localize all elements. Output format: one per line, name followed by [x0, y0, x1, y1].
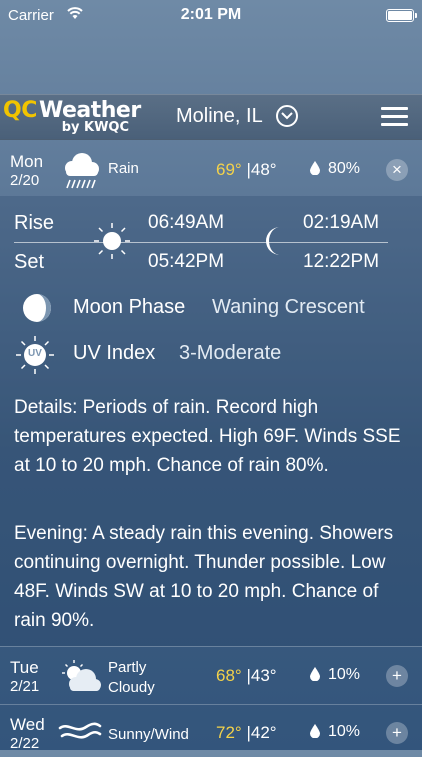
day-date: 2/22	[10, 735, 40, 752]
condition: Rain	[108, 160, 139, 177]
day-row-today[interactable]: Mon 2/20 Rain 69° |48° 80% ×	[0, 148, 422, 194]
condition-line-2: Cloudy	[108, 679, 155, 696]
precip-chance: 10%	[328, 723, 361, 740]
status-bar: Carrier 2:01 PM	[0, 0, 422, 32]
day-row-tue[interactable]: Tue 2/21 Partly Cloudy 68° |43° 10% +	[0, 654, 422, 700]
moonset-time: 12:22PM	[303, 251, 380, 272]
condition-line-1: Partly	[108, 659, 147, 676]
logo-byline: by KWQC	[61, 120, 129, 135]
collapse-button[interactable]: ×	[386, 159, 408, 181]
chevron-down-icon[interactable]	[276, 105, 298, 127]
high-temp: 69°	[216, 160, 242, 179]
day-row-wed[interactable]: Wed 2/22 Sunny/Wind 72° |42° 10% +	[0, 711, 422, 757]
raindrop-icon	[310, 667, 320, 686]
expand-button[interactable]: +	[386, 722, 408, 744]
uv-index-row: UV UV Index 3-Moderate	[0, 336, 422, 374]
condition: Sunny/Wind	[108, 726, 189, 743]
high-temp: 72°	[216, 723, 242, 742]
moon-icon	[262, 225, 288, 262]
row-separator	[0, 704, 422, 705]
day-date: 2/20	[10, 172, 40, 189]
moonrise-time: 02:19AM	[303, 212, 380, 233]
close-icon: ×	[392, 160, 402, 179]
low-temp: 43°	[250, 666, 277, 685]
day-details-text: Details: Periods of rain. Record high te…	[14, 397, 401, 476]
uv-icon-text: UV	[28, 348, 42, 359]
low-temp: 48°	[250, 160, 277, 179]
day-name: Tue	[10, 658, 39, 677]
uv-icon: UV	[14, 334, 56, 381]
precip-chance: 10%	[328, 666, 361, 683]
app-logo[interactable]: QC Weather by KWQC	[3, 98, 141, 136]
moon-phase-icon	[22, 293, 52, 328]
uv-index-label: UV Index	[73, 342, 156, 364]
moon-phase-value: Waning Crescent	[212, 296, 365, 318]
moon-phase-row: Moon Phase Waning Crescent	[0, 290, 422, 326]
hamburger-menu-icon[interactable]	[381, 107, 408, 127]
day-name: Wed	[10, 715, 45, 734]
sunrise-time: 06:49AM	[148, 212, 225, 233]
partly-cloudy-icon	[58, 658, 104, 703]
location-selector[interactable]: Moline, IL	[176, 105, 263, 128]
set-label: Set	[14, 251, 45, 273]
day-name: Mon	[10, 152, 44, 171]
day-date: 2/21	[10, 678, 40, 695]
battery-icon	[386, 9, 417, 22]
temperatures: 68° |43°	[216, 666, 277, 685]
wind-icon	[58, 715, 102, 754]
uv-index-value: 3-Moderate	[179, 342, 282, 364]
rise-label: Rise	[14, 212, 55, 234]
evening-details-text: Evening: A steady rain this evening. Sho…	[14, 523, 394, 631]
low-temp: 42°	[250, 723, 277, 742]
raindrop-icon	[310, 724, 320, 743]
temperatures: 72° |42°	[216, 723, 277, 742]
row-separator	[0, 646, 422, 647]
logo-qc: QC	[3, 98, 37, 123]
condition: Partly Cloudy	[108, 658, 155, 698]
plus-icon: +	[392, 723, 402, 742]
raindrop-icon	[310, 161, 320, 180]
rain-icon	[58, 152, 102, 197]
plus-icon: +	[392, 666, 402, 685]
moon-phase-label: Moon Phase	[73, 296, 186, 318]
high-temp: 68°	[216, 666, 242, 685]
expand-button[interactable]: +	[386, 665, 408, 687]
sunset-time: 05:42PM	[148, 251, 225, 272]
temperatures: 69° |48°	[216, 160, 277, 179]
app-header: QC Weather by KWQC Moline, IL	[0, 94, 422, 140]
sun-icon	[92, 221, 132, 266]
rise-set-divider	[14, 242, 388, 243]
precip-chance: 80%	[328, 160, 361, 177]
clock: 2:01 PM	[180, 6, 242, 23]
